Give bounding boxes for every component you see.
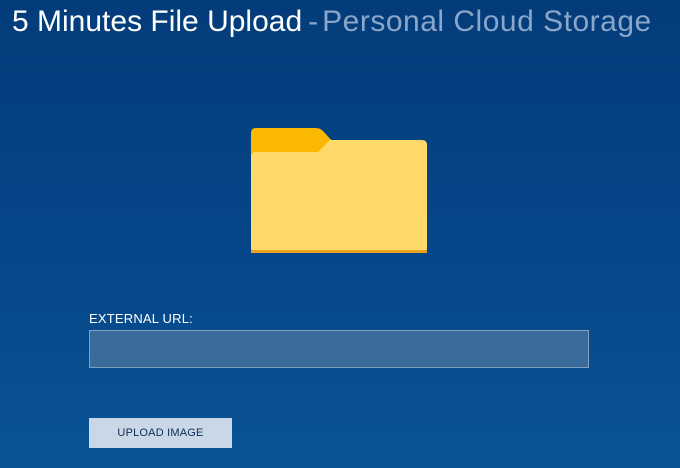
page-title: 5 Minutes File Upload	[12, 5, 303, 38]
title-separator: -	[308, 5, 319, 38]
external-url-label: EXTERNAL URL:	[89, 311, 193, 326]
upload-image-button[interactable]: UPLOAD IMAGE	[89, 418, 232, 448]
external-url-input[interactable]	[89, 330, 589, 368]
folder-icon[interactable]	[248, 124, 430, 256]
page-header: 5 Minutes File Upload - Personal Cloud Sto…	[12, 2, 652, 47]
page-subtitle: Personal Cloud Storage	[322, 5, 652, 38]
